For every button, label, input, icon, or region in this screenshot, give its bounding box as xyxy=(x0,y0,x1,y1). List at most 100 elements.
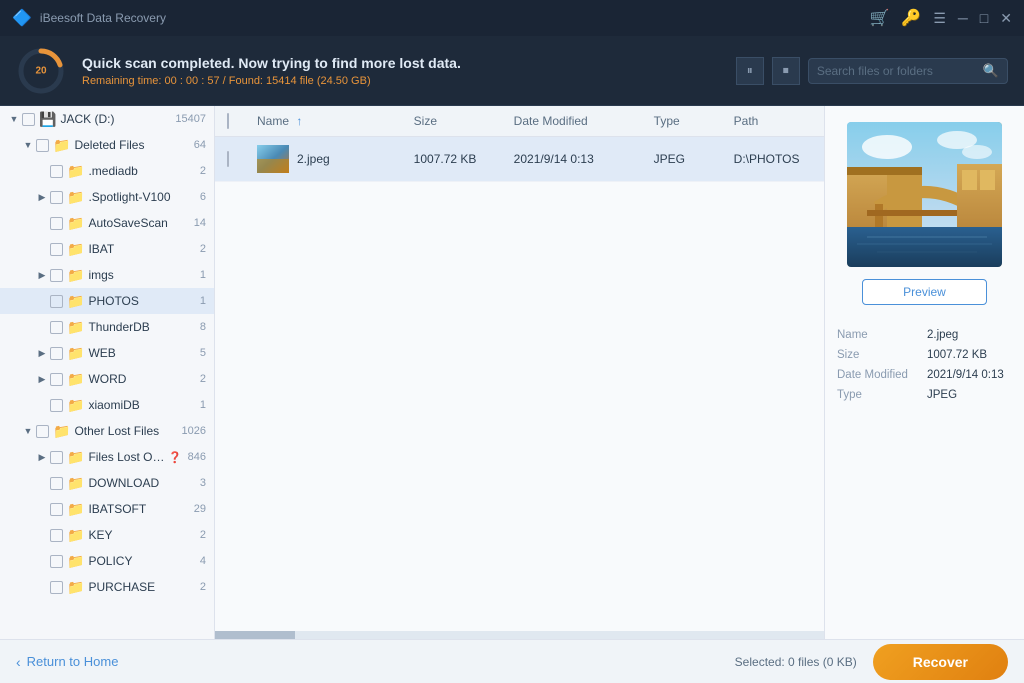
checkbox-key[interactable] xyxy=(50,529,63,542)
checkbox-imgs[interactable] xyxy=(50,269,63,282)
count-imgs: 1 xyxy=(200,269,206,281)
checkbox-mediadb[interactable] xyxy=(50,165,63,178)
row-date: 2021/9/14 0:13 xyxy=(514,152,654,166)
checkbox-autosave[interactable] xyxy=(50,217,63,230)
header-path[interactable]: Path xyxy=(734,114,812,128)
header-type[interactable]: Type xyxy=(654,114,734,128)
checkbox-web[interactable] xyxy=(50,347,63,360)
row-filename: 2.jpeg xyxy=(297,152,330,166)
arrow-deleted xyxy=(22,139,34,151)
checkbox-policy[interactable] xyxy=(50,555,63,568)
app-icon: 🔷 xyxy=(12,8,32,28)
file-thumbnail xyxy=(257,145,289,173)
titlebar-controls: 🛒 🔑 ☰ ─ □ ✕ xyxy=(869,8,1012,28)
folder-imgs-icon: 📁 xyxy=(67,267,84,284)
folder-xiaomidb-icon: 📁 xyxy=(67,397,84,414)
search-box[interactable]: 🔍 xyxy=(808,58,1008,84)
sidebar-item-spotlight[interactable]: 📁 .Spotlight-V100 6 xyxy=(0,184,214,210)
drive-icon: 💾 xyxy=(39,111,56,128)
checkbox-other-lost[interactable] xyxy=(36,425,49,438)
sidebar-item-deleted-files[interactable]: 📁 Deleted Files 64 xyxy=(0,132,214,158)
checkbox-spotlight[interactable] xyxy=(50,191,63,204)
checkbox-purchase[interactable] xyxy=(50,581,63,594)
file-info: Name 2.jpeg Size 1007.72 KB Date Modifie… xyxy=(837,329,1012,409)
checkbox-word[interactable] xyxy=(50,373,63,386)
row-name: 2.jpeg xyxy=(257,145,414,173)
main-area: 💾 JACK (D:) 15407 📁 Deleted Files 64 📁 .… xyxy=(0,106,1024,639)
sidebar-item-purchase[interactable]: 📁 PURCHASE 2 xyxy=(0,574,214,600)
count-word: 2 xyxy=(200,373,206,385)
sidebar-item-imgs[interactable]: 📁 imgs 1 xyxy=(0,262,214,288)
row-checkbox[interactable] xyxy=(227,151,229,167)
header-date[interactable]: Date Modified xyxy=(514,114,654,128)
folder-web-icon: 📁 xyxy=(67,345,84,362)
sidebar-item-files-lost-origin[interactable]: 📁 Files Lost Origin... ❓ 846 xyxy=(0,444,214,470)
back-button[interactable]: ‹ Return to Home xyxy=(16,654,118,670)
label-files-lost: Files Lost Origin... xyxy=(88,450,168,464)
sidebar-item-jack-drive[interactable]: 💾 JACK (D:) 15407 xyxy=(0,106,214,132)
header-subtitle: Remaining time: 00 : 00 : 57 / Found: 15… xyxy=(82,75,720,87)
count-policy: 4 xyxy=(200,555,206,567)
checkbox-thunderdb[interactable] xyxy=(50,321,63,334)
stop-button[interactable]: ⏹ xyxy=(772,57,800,85)
sidebar-item-autosavescan[interactable]: 📁 AutoSaveScan 14 xyxy=(0,210,214,236)
count-spotlight: 6 xyxy=(200,191,206,203)
checkbox-ibatsoft[interactable] xyxy=(50,503,63,516)
header-size[interactable]: Size xyxy=(414,114,514,128)
arrow-key xyxy=(36,529,48,541)
arrow-download xyxy=(36,477,48,489)
sidebar-item-photos[interactable]: 📁 PHOTOS 1 xyxy=(0,288,214,314)
pause-button[interactable]: ⏸ xyxy=(736,57,764,85)
file-size: (24.50 GB) xyxy=(317,75,371,87)
checkbox-files-lost[interactable] xyxy=(50,451,63,464)
checkbox-xiaomidb[interactable] xyxy=(50,399,63,412)
sidebar-item-ibat[interactable]: 📁 IBAT 2 xyxy=(0,236,214,262)
preview-button[interactable]: Preview xyxy=(862,279,987,305)
help-icon[interactable]: ❓ xyxy=(168,451,182,464)
checkbox-ibat[interactable] xyxy=(50,243,63,256)
sidebar-item-mediadb[interactable]: 📁 .mediadb 2 xyxy=(0,158,214,184)
sidebar-item-web[interactable]: 📁 WEB 5 xyxy=(0,340,214,366)
close-icon[interactable]: ✕ xyxy=(1000,10,1012,27)
sidebar-item-ibatsoft[interactable]: 📁 IBATSOFT 29 xyxy=(0,496,214,522)
search-icon: 🔍 xyxy=(983,63,999,79)
preview-panel: Preview Name 2.jpeg Size 1007.72 KB Date… xyxy=(824,106,1024,639)
arrow-policy xyxy=(36,555,48,567)
sidebar-item-thunderdb[interactable]: 📁 ThunderDB 8 xyxy=(0,314,214,340)
checkbox-photos[interactable] xyxy=(50,295,63,308)
search-input[interactable] xyxy=(817,64,977,78)
checkbox-jack[interactable] xyxy=(22,113,35,126)
folder-purchase-icon: 📁 xyxy=(67,579,84,596)
minimize-icon[interactable]: ─ xyxy=(958,10,968,26)
key-icon[interactable]: 🔑 xyxy=(901,8,921,28)
sidebar-item-key[interactable]: 📁 KEY 2 xyxy=(0,522,214,548)
header-checkbox[interactable] xyxy=(227,113,229,129)
maximize-icon[interactable]: □ xyxy=(980,10,988,26)
checkbox-deleted[interactable] xyxy=(36,139,49,152)
label-key: KEY xyxy=(88,528,195,542)
label-ibat: IBAT xyxy=(88,242,195,256)
sidebar: 💾 JACK (D:) 15407 📁 Deleted Files 64 📁 .… xyxy=(0,106,215,639)
preview-image xyxy=(847,122,1002,267)
menu-icon[interactable]: ☰ xyxy=(933,10,946,27)
cart-icon[interactable]: 🛒 xyxy=(869,8,889,28)
horizontal-scrollbar[interactable] xyxy=(215,631,824,639)
info-value-type: JPEG xyxy=(927,389,957,401)
row-type: JPEG xyxy=(654,152,734,166)
header-text: Quick scan completed. Now trying to find… xyxy=(82,55,720,87)
sidebar-item-download[interactable]: 📁 DOWNLOAD 3 xyxy=(0,470,214,496)
table-row[interactable]: 2.jpeg 1007.72 KB 2021/9/14 0:13 JPEG D:… xyxy=(215,137,824,182)
checkbox-download[interactable] xyxy=(50,477,63,490)
sidebar-item-other-lost[interactable]: 📁 Other Lost Files 1026 xyxy=(0,418,214,444)
scrollbar-thumb[interactable] xyxy=(215,631,295,639)
sidebar-item-xiaomidb[interactable]: 📁 xiaomiDB 1 xyxy=(0,392,214,418)
info-row-size: Size 1007.72 KB xyxy=(837,349,1012,361)
info-row-name: Name 2.jpeg xyxy=(837,329,1012,341)
info-label-date: Date Modified xyxy=(837,369,927,381)
back-arrow-icon: ‹ xyxy=(16,654,21,670)
arrow-word xyxy=(36,373,48,385)
header-name[interactable]: Name ↑ xyxy=(257,114,414,128)
sidebar-item-word[interactable]: 📁 WORD 2 xyxy=(0,366,214,392)
sidebar-item-policy[interactable]: 📁 POLICY 4 xyxy=(0,548,214,574)
recover-button[interactable]: Recover xyxy=(873,644,1008,680)
